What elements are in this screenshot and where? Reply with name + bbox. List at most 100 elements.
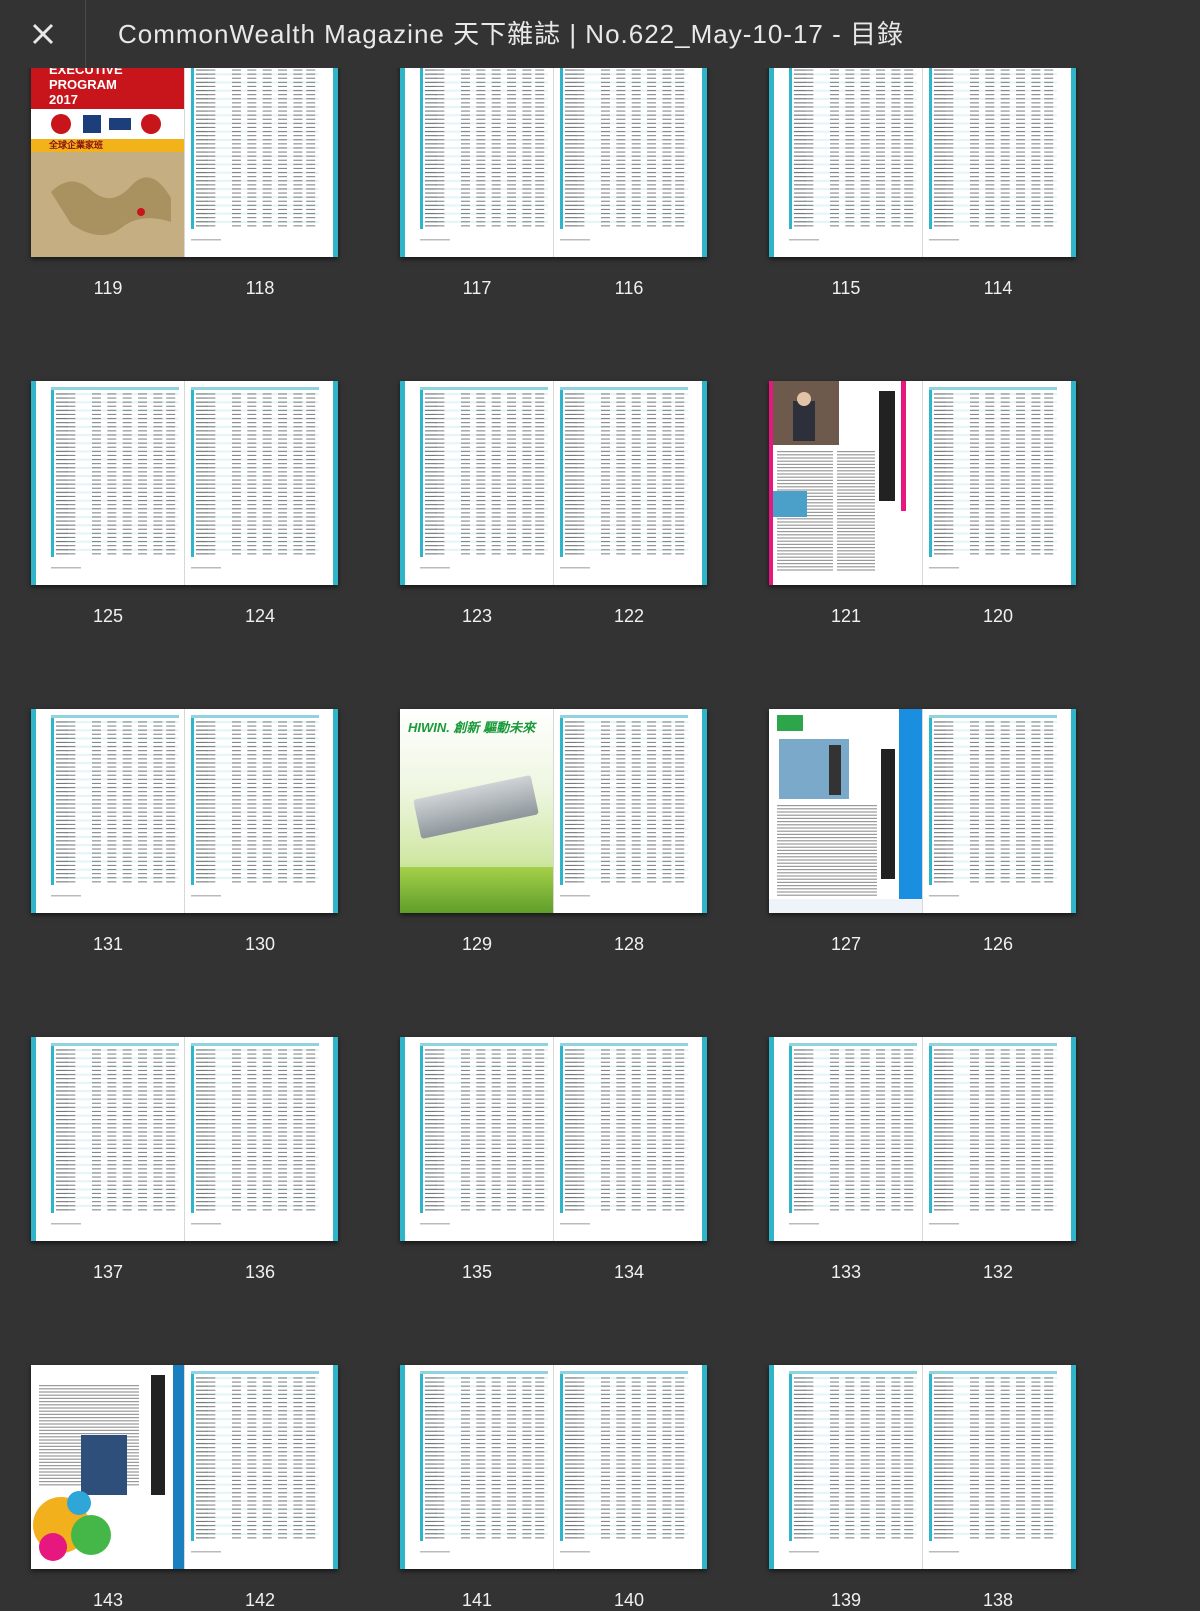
page-number-label: 116: [599, 277, 659, 299]
table-page-graphic: [400, 53, 553, 257]
page-spread-thumbnail[interactable]: [769, 709, 1076, 913]
product-image: [413, 775, 539, 839]
grass-graphic: [400, 867, 553, 913]
page-spread-thumbnail[interactable]: [400, 1365, 707, 1569]
page-thumbnail-right[interactable]: [554, 381, 707, 585]
page-number-label: 143: [78, 1589, 138, 1611]
university-logos: [31, 109, 184, 139]
page-thumbnail-left[interactable]: [400, 1365, 553, 1569]
spread-gutter: [553, 381, 554, 585]
page-thumbnail-left[interactable]: HIWIN. 創新 驅動未來: [400, 709, 553, 913]
table-page-graphic: [400, 1037, 553, 1241]
page-thumbnail-left[interactable]: [769, 53, 922, 257]
ad-subtitle: 全球企業家班: [31, 139, 184, 152]
page-number-label: 123: [447, 605, 507, 627]
spread-gutter: [184, 1037, 185, 1241]
table-page-graphic: [31, 709, 184, 913]
page-thumbnail-right[interactable]: [923, 1365, 1076, 1569]
page-number-label: 140: [599, 1589, 659, 1611]
page-number-label: 137: [78, 1261, 138, 1283]
page-number-label: 129: [447, 933, 507, 955]
page-thumbnail-right[interactable]: [923, 1037, 1076, 1241]
spread-gutter: [184, 1365, 185, 1569]
page-thumbnail-left[interactable]: [400, 53, 553, 257]
table-page-graphic: [400, 381, 553, 585]
spread-gutter: [553, 1365, 554, 1569]
page-thumbnail-left[interactable]: [31, 1037, 184, 1241]
table-page-graphic: [185, 709, 338, 913]
page-thumbnail-right[interactable]: [554, 1037, 707, 1241]
page-number-label: 120: [968, 605, 1028, 627]
page-thumbnail-right[interactable]: [185, 1365, 338, 1569]
page-thumbnail-right[interactable]: [923, 709, 1076, 913]
page-spread-thumbnail[interactable]: [31, 1037, 338, 1241]
page-number-label: 127: [816, 933, 876, 955]
page-number-label: 115: [816, 277, 876, 299]
page-thumbnail-left[interactable]: [31, 381, 184, 585]
page-spread-thumbnail[interactable]: [769, 53, 1076, 257]
page-number-label: 136: [230, 1261, 290, 1283]
page-thumbnail-right[interactable]: [554, 1365, 707, 1569]
seal-icon: [31, 109, 184, 139]
page-number-label: 131: [78, 933, 138, 955]
page-thumbnail-left[interactable]: [769, 381, 922, 585]
page-spread-thumbnail[interactable]: [769, 1365, 1076, 1569]
page-spread-thumbnail[interactable]: [31, 1365, 338, 1569]
page-thumbnail-left[interactable]: [769, 1365, 922, 1569]
article-page-graphic: [769, 709, 922, 913]
page-thumbnail-right[interactable]: [185, 709, 338, 913]
page-thumbnail-right[interactable]: [185, 53, 338, 257]
table-page-graphic: [923, 53, 1076, 257]
page-thumbnail-left[interactable]: [769, 709, 922, 913]
page-number-label: 119: [78, 277, 138, 299]
page-thumbnail-right[interactable]: [185, 381, 338, 585]
spread-gutter: [184, 381, 185, 585]
page-number-label: 124: [230, 605, 290, 627]
page-number-label: 130: [230, 933, 290, 955]
article-page-graphic: [31, 1365, 184, 1569]
page-number-label: 139: [816, 1589, 876, 1611]
page-spread-thumbnail[interactable]: [400, 381, 707, 585]
page-thumbnail-left[interactable]: [400, 381, 553, 585]
page-number-label: 126: [968, 933, 1028, 955]
spread-gutter: [922, 709, 923, 913]
page-spread-thumbnail[interactable]: HIWIN. 創新 驅動未來: [400, 709, 707, 913]
page-spread-thumbnail[interactable]: [769, 1037, 1076, 1241]
page-number-label: 117: [447, 277, 507, 299]
spread-gutter: [922, 53, 923, 257]
page-thumbnail-right[interactable]: [923, 381, 1076, 585]
spread-gutter: [553, 1037, 554, 1241]
page-thumbnail-right[interactable]: [554, 709, 707, 913]
page-spread-thumbnail[interactable]: [400, 53, 707, 257]
page-spread-thumbnail[interactable]: [400, 1037, 707, 1241]
page-spread-thumbnail[interactable]: [769, 381, 1076, 585]
table-page-graphic: [554, 381, 707, 585]
page-thumbnail-right[interactable]: [554, 53, 707, 257]
spread-gutter: [922, 381, 923, 585]
spread-gutter: [553, 53, 554, 257]
article-page-graphic: [769, 381, 922, 585]
page-spread-thumbnail[interactable]: [31, 709, 338, 913]
spread-gutter: [184, 709, 185, 913]
page-spread-thumbnail[interactable]: GLOBALEXECUTIVEPROGRAM2017全球企業家班: [31, 53, 338, 257]
page-number-label: 142: [230, 1589, 290, 1611]
page-thumbnail-left[interactable]: [400, 1037, 553, 1241]
table-page-graphic: [400, 1365, 553, 1569]
page-number-label: 118: [230, 277, 290, 299]
table-page-graphic: [31, 1037, 184, 1241]
table-page-graphic: [923, 709, 1076, 913]
page-thumbnail-left[interactable]: [31, 709, 184, 913]
page-thumbnail-left[interactable]: GLOBALEXECUTIVEPROGRAM2017全球企業家班: [31, 53, 184, 257]
table-page-graphic: [185, 1365, 338, 1569]
table-page-graphic: [554, 1037, 707, 1241]
page-thumbnail-left[interactable]: [769, 1037, 922, 1241]
page-thumbnail-right[interactable]: [185, 1037, 338, 1241]
page-spread-thumbnail[interactable]: [31, 381, 338, 585]
close-button[interactable]: [0, 0, 86, 68]
page-thumbnail-right[interactable]: [923, 53, 1076, 257]
table-page-graphic: [31, 381, 184, 585]
page-number-label: 134: [599, 1261, 659, 1283]
ad-headline-line: PROGRAM: [31, 77, 184, 92]
table-page-graphic: [769, 1037, 922, 1241]
page-thumbnail-left[interactable]: [31, 1365, 184, 1569]
